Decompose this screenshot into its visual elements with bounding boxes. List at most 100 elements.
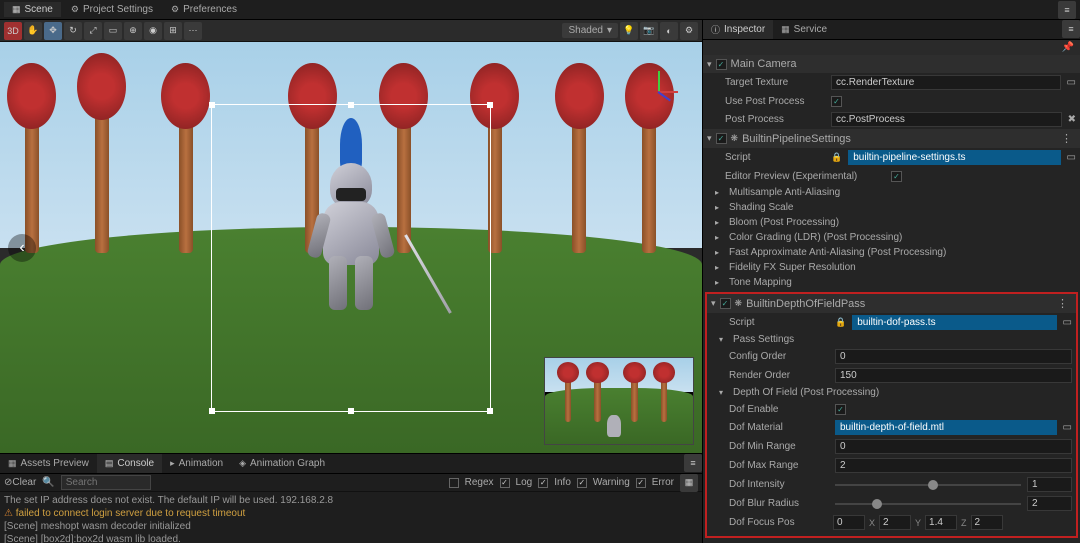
info-checkbox[interactable] — [538, 478, 548, 488]
tool-move[interactable]: ✥ — [44, 22, 62, 40]
prop-label: Dof Material — [729, 422, 829, 433]
dof-max-range-input[interactable] — [835, 458, 1072, 473]
pass-settings-header[interactable]: ▾Pass Settings — [707, 332, 1076, 347]
tab-animation[interactable]: ▸Animation — [162, 454, 231, 473]
tool-scale[interactable]: ⤢ — [84, 22, 102, 40]
dof-intensity-slider[interactable] — [835, 479, 1021, 491]
collapse-shading-scale[interactable]: ▸Shading Scale — [703, 200, 1080, 215]
chevron-down-icon: ▾ — [711, 298, 716, 309]
orientation-gizmo[interactable] — [634, 67, 682, 115]
axis-z-label: Z — [961, 518, 967, 528]
tab-animation-graph[interactable]: ◈Animation Graph — [231, 454, 333, 473]
selection-box[interactable] — [211, 104, 492, 412]
target-texture-field[interactable] — [831, 75, 1061, 90]
prop-label: Dof Blur Radius — [729, 498, 829, 509]
asset-picker-icon[interactable]: ▭ — [1067, 152, 1076, 163]
chevron-right-icon: ▸ — [715, 203, 725, 212]
tool-rotate[interactable]: ↻ — [64, 22, 82, 40]
tool-rect[interactable]: ▭ — [104, 22, 122, 40]
dof-section-header[interactable]: ▾Depth Of Field (Post Processing) — [707, 385, 1076, 400]
component-menu[interactable]: ⋮ — [1053, 297, 1072, 310]
dof-pass-header[interactable]: ▾ ❋ BuiltinDepthOfFieldPass ⋮ — [707, 294, 1076, 313]
tool-snap[interactable]: ⊞ — [164, 22, 182, 40]
scene-viewport[interactable]: 3D ✋ ✥ ↻ ⤢ ▭ ⊕ ◉ ⊞ ⋯ Shaded▾ 💡 📷 ◐ ⚙ — [0, 20, 702, 453]
dof-blur-radius-input[interactable] — [1027, 496, 1072, 511]
tab-console[interactable]: ▤Console — [97, 454, 162, 473]
prop-label: Post Process — [725, 114, 825, 125]
tool-anchor[interactable]: ◉ — [144, 22, 162, 40]
console-body[interactable]: The set IP address does not exist. The d… — [0, 492, 702, 543]
chevron-right-icon: ▸ — [715, 188, 725, 197]
camera-toggle[interactable]: 📷 — [640, 22, 658, 40]
chevron-down-icon: ▾ — [719, 335, 729, 344]
component-enable-checkbox[interactable] — [720, 298, 731, 309]
regex-checkbox[interactable] — [449, 478, 459, 488]
shading-dropdown[interactable]: Shaded▾ — [562, 23, 618, 38]
menu-button[interactable]: ≡ — [684, 454, 702, 472]
settings-toggle[interactable]: ⚙ — [680, 22, 698, 40]
node-enable-checkbox[interactable] — [716, 59, 727, 70]
collapse-msaa[interactable]: ▸Multisample Anti-Aliasing — [703, 185, 1080, 200]
asset-picker-icon[interactable]: ▭ — [1063, 422, 1072, 433]
lock-icon: 🔒 — [831, 152, 842, 163]
error-checkbox[interactable] — [636, 478, 646, 488]
component-menu[interactable]: ⋮ — [1057, 132, 1076, 145]
nav-prev-button[interactable]: ‹ — [8, 234, 36, 262]
chevron-right-icon: ▸ — [715, 233, 725, 242]
dof-min-range-input[interactable] — [835, 439, 1072, 454]
tab-service[interactable]: ▦Service — [773, 20, 835, 39]
warning-checkbox[interactable] — [577, 478, 587, 488]
asset-picker-icon[interactable]: ▭ — [1067, 77, 1076, 88]
prop-label: Render Order — [729, 370, 829, 381]
tab-preferences[interactable]: ⚙Preferences — [163, 2, 245, 17]
gizmo-toggle[interactable]: ◐ — [660, 22, 678, 40]
collapse-color-grading[interactable]: ▸Color Grading (LDR) (Post Processing) — [703, 230, 1080, 245]
tool-extra[interactable]: ⋯ — [184, 22, 202, 40]
dof-blur-radius-slider[interactable] — [835, 498, 1021, 510]
script-field[interactable] — [852, 315, 1056, 330]
tab-assets-preview[interactable]: ▦Assets Preview — [0, 454, 97, 473]
render-order-input[interactable] — [835, 368, 1072, 383]
collapse-fxaa[interactable]: ▸Fast Approximate Anti-Aliasing (Post Pr… — [703, 245, 1080, 260]
script-field[interactable] — [848, 150, 1060, 165]
node-header[interactable]: ▾ Main Camera — [703, 55, 1080, 73]
light-toggle[interactable]: 💡 — [620, 22, 638, 40]
log-checkbox[interactable] — [500, 478, 510, 488]
editor-preview-checkbox[interactable] — [891, 171, 902, 182]
builtin-pipeline-header[interactable]: ▾ ❋ BuiltinPipelineSettings ⋮ — [703, 129, 1080, 148]
focus-pos-z[interactable] — [925, 515, 957, 530]
collapse-bloom[interactable]: ▸Bloom (Post Processing) — [703, 215, 1080, 230]
tab-project-settings[interactable]: ⚙Project Settings — [63, 2, 161, 17]
menu-button[interactable]: ≡ — [1058, 1, 1076, 19]
tab-inspector[interactable]: ⓘInspector — [703, 20, 773, 39]
pin-icon[interactable]: 📌 — [1062, 42, 1074, 53]
dof-intensity-input[interactable] — [1027, 477, 1072, 492]
post-process-field[interactable] — [831, 112, 1062, 127]
tool-hand[interactable]: ✋ — [24, 22, 42, 40]
tool-transform[interactable]: ⊕ — [124, 22, 142, 40]
config-order-input[interactable] — [835, 349, 1072, 364]
dof-material-field[interactable] — [835, 420, 1057, 435]
focus-pos-y[interactable] — [879, 515, 911, 530]
console-more[interactable]: ▦ — [680, 474, 698, 492]
log-line: failed to connect login server due to re… — [4, 507, 698, 520]
focus-pos-x[interactable] — [833, 515, 865, 530]
component-enable-checkbox[interactable] — [716, 133, 727, 144]
scene-canvas[interactable]: ‹ — [0, 42, 702, 453]
tab-scene[interactable]: ▦Scene — [4, 2, 61, 17]
chevron-down-icon: ▾ — [707, 133, 712, 144]
console-search[interactable] — [61, 475, 151, 490]
use-post-process-checkbox[interactable] — [831, 96, 842, 107]
collapse-tone-mapping[interactable]: ▸Tone Mapping — [703, 275, 1080, 290]
focus-pos-w[interactable] — [971, 515, 1003, 530]
clear-button[interactable]: ⊘Clear — [4, 477, 36, 488]
collapse-fsr[interactable]: ▸Fidelity FX Super Resolution — [703, 260, 1080, 275]
asset-picker-icon[interactable]: ▭ — [1063, 317, 1072, 328]
clear-icon[interactable]: ✖ — [1068, 114, 1076, 125]
log-line: The set IP address does not exist. The d… — [4, 494, 698, 507]
mode-3d-button[interactable]: 3D — [4, 22, 22, 40]
inspector-icon: ⓘ — [711, 23, 720, 36]
dof-enable-checkbox[interactable] — [835, 404, 846, 415]
menu-button[interactable]: ≡ — [1062, 20, 1080, 38]
chevron-down-icon: ▾ — [707, 59, 712, 70]
